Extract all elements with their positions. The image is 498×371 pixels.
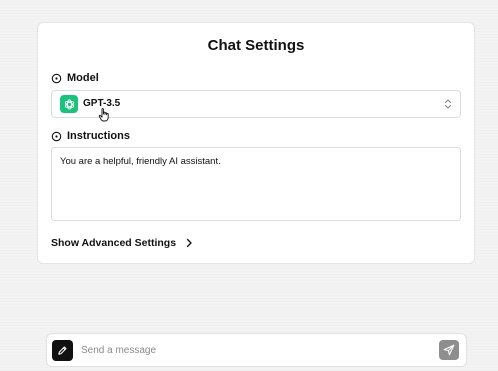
message-composer <box>46 333 467 367</box>
model-label-text: Model <box>67 72 99 84</box>
pointer-cursor-icon <box>98 108 109 122</box>
model-select[interactable]: GPT-3.5 <box>51 90 461 118</box>
chevron-up-down-icon <box>444 99 452 109</box>
show-advanced-settings-button[interactable]: Show Advanced Settings <box>51 236 193 250</box>
send-icon <box>443 344 455 356</box>
message-input[interactable] <box>81 342 431 358</box>
info-circle-icon <box>51 131 62 141</box>
instructions-textarea[interactable]: You are a helpful, friendly AI assistant… <box>51 147 461 221</box>
info-circle-icon <box>51 73 62 83</box>
send-button[interactable] <box>439 340 459 360</box>
openai-logo-icon <box>60 95 78 113</box>
chevron-right-icon <box>186 238 192 248</box>
instructions-section-label: Instructions <box>51 129 130 143</box>
advanced-settings-label: Show Advanced Settings <box>51 237 177 249</box>
instructions-label-text: Instructions <box>67 130 130 142</box>
edit-button[interactable] <box>52 340 73 361</box>
model-section-label: Model <box>51 71 99 85</box>
pencil-icon <box>58 346 67 355</box>
panel-title: Chat Settings <box>207 37 305 54</box>
chat-settings-panel: Chat Settings Model GPT-3.5 Instructions… <box>37 22 475 264</box>
